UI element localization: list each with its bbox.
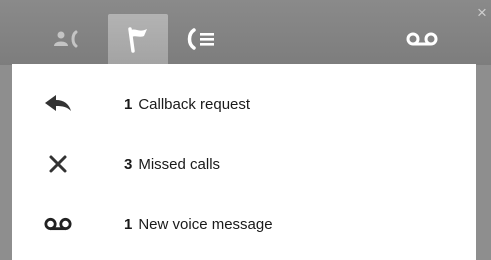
tab-contacts[interactable]: [30, 12, 110, 65]
notification-label: New voice message: [138, 215, 273, 233]
notification-item-voicemail[interactable]: 1 New voice message: [12, 194, 476, 254]
tab-bar: ×: [0, 0, 491, 65]
notification-item-callback[interactable]: 1 Callback request: [12, 74, 476, 134]
voicemail-icon: [406, 32, 438, 45]
voicemail-icon: [44, 210, 72, 238]
contacts-icon: [54, 30, 78, 47]
notification-text: 1 New voice message: [124, 216, 273, 233]
notification-label: Missed calls: [138, 155, 221, 173]
tab-voicemail[interactable]: [392, 12, 452, 65]
notification-count: 1: [124, 95, 133, 113]
notification-count: 3: [124, 155, 133, 173]
notification-count: 1: [124, 215, 133, 233]
flag-icon: [128, 26, 147, 53]
call-list-icon: [187, 27, 214, 50]
notification-window: × 1 Callback request 3 Missed calls 1 Ne…: [0, 0, 491, 260]
tab-notifications[interactable]: [108, 14, 168, 65]
missed-call-x-icon: [44, 150, 72, 178]
notification-label: Callback request: [138, 95, 251, 113]
close-icon[interactable]: ×: [475, 4, 489, 21]
callback-arrow-icon: [44, 90, 72, 118]
notification-text: 3 Missed calls: [124, 156, 220, 173]
notification-text: 1 Callback request: [124, 96, 250, 113]
notification-panel: 1 Callback request 3 Missed calls 1 New …: [12, 64, 476, 260]
notification-item-missed[interactable]: 3 Missed calls: [12, 134, 476, 194]
tab-call-list[interactable]: [172, 12, 232, 65]
